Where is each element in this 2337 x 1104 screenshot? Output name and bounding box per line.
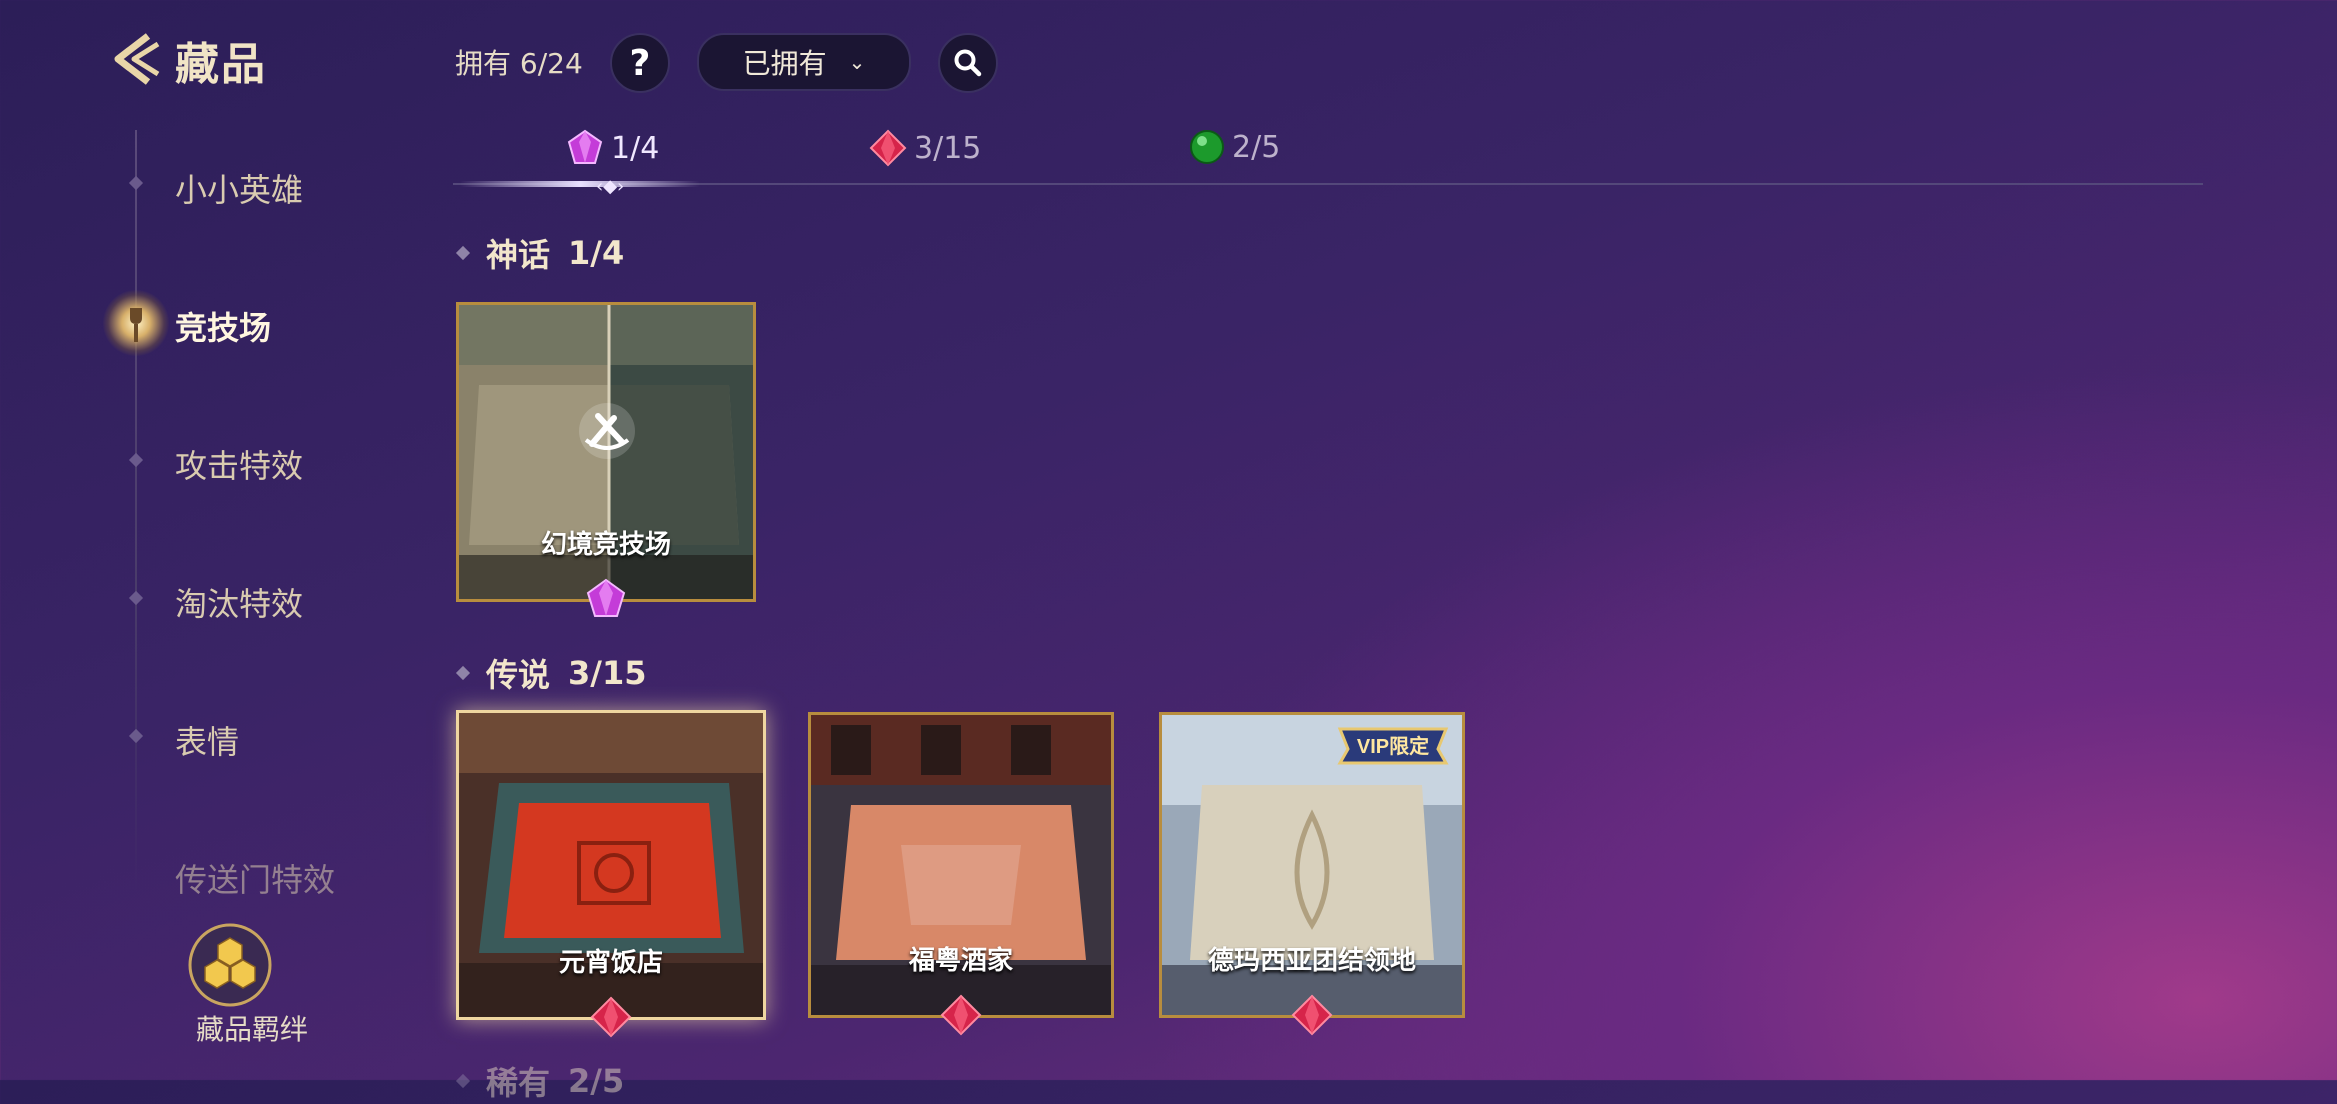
sidebar-item-arena[interactable]: 竞技场 [175, 303, 271, 349]
vip-badge-text: VIP限定 [1357, 734, 1429, 758]
arena-card-cantonese-restaurant[interactable]: 福粤酒家 [808, 712, 1114, 1036]
card-name: 幻境竞技场 [540, 530, 671, 560]
section-count: 1/4 [568, 234, 625, 272]
diamond-bullet-icon [455, 1073, 471, 1089]
nav-dot [128, 175, 144, 191]
help-button[interactable]: ? [610, 33, 670, 93]
tab-mythic[interactable]: 1/4 [565, 128, 659, 168]
nav-dot [128, 590, 144, 606]
sidebar-item-elimination-effects[interactable]: 淘汰特效 [175, 579, 303, 625]
section-title-text: 神话 [486, 236, 551, 274]
tab-legendary-count: 3/15 [914, 130, 982, 166]
chevron-down-icon: ⌄ [848, 50, 866, 74]
collection-bond-label[interactable]: 藏品羁绊 [196, 1008, 308, 1048]
sidebar-item-attack-effects[interactable]: 攻击特效 [175, 441, 303, 487]
sidebar-item-portal-effects[interactable]: 传送门特效 [175, 855, 335, 901]
owned-count: 拥有 6/24 [455, 47, 583, 80]
section-legendary-title: 传说 3/15 [455, 650, 647, 696]
tab-rare[interactable]: 2/5 [1188, 128, 1280, 166]
back-arrow-icon[interactable] [108, 30, 166, 88]
section-title-text: 稀有 [486, 1064, 551, 1102]
search-button[interactable] [938, 33, 998, 93]
arena-card-demacia-united[interactable]: VIP限定 德玛西亚团结领地 [1159, 712, 1465, 1036]
arena-card-lantern-restaurant[interactable]: 元宵饭店 [456, 710, 766, 1038]
card-name: 德玛西亚团结领地 [1207, 946, 1416, 976]
tab-rare-count: 2/5 [1232, 129, 1281, 165]
card-name: 福粤酒家 [908, 946, 1013, 976]
section-count: 3/15 [568, 654, 647, 692]
sidebar-item-emotes[interactable]: 表情 [175, 717, 239, 763]
help-icon: ? [629, 42, 651, 84]
diamond-bullet-icon [455, 245, 471, 261]
red-gem-icon [869, 129, 907, 167]
sidebar-rail [135, 130, 137, 890]
nav-dot [128, 452, 144, 468]
collection-bond-icon[interactable] [185, 920, 275, 1010]
page-title: 藏品 [175, 39, 267, 90]
red-gem-icon [1291, 994, 1333, 1036]
section-rare-title: 稀有 2/5 [455, 1058, 625, 1104]
filter-value: 已拥有 [742, 47, 827, 80]
section-count: 2/5 [568, 1062, 625, 1100]
tab-divider [453, 183, 2203, 185]
nav-dot [128, 728, 144, 744]
red-gem-icon [940, 994, 982, 1036]
red-gem-icon [590, 996, 632, 1038]
active-tab-marker: ‹◆› [596, 176, 625, 197]
active-tab-indicator [460, 181, 700, 187]
sidebar-item-little-legends[interactable]: 小小英雄 [175, 165, 303, 211]
green-orb-icon [1190, 130, 1224, 164]
section-mythic-title: 神话 1/4 [455, 230, 625, 276]
tab-legendary[interactable]: 3/15 [868, 128, 981, 168]
arena-card-illusion[interactable]: 幻境竞技场 [456, 302, 756, 617]
tab-mythic-count: 1/4 [611, 130, 660, 166]
arena-icon [103, 290, 169, 356]
ownership-filter-dropdown[interactable]: 已拥有 ⌄ [697, 33, 911, 91]
card-name: 元宵饭店 [558, 948, 663, 978]
search-icon [954, 49, 982, 77]
vip-badge-icon: VIP限定 [1337, 727, 1449, 765]
diamond-bullet-icon [455, 665, 471, 681]
section-title-text: 传说 [486, 656, 551, 694]
purple-gem-icon [586, 578, 626, 617]
arena-emblem-icon [579, 403, 635, 459]
purple-gem-icon [567, 129, 603, 164]
